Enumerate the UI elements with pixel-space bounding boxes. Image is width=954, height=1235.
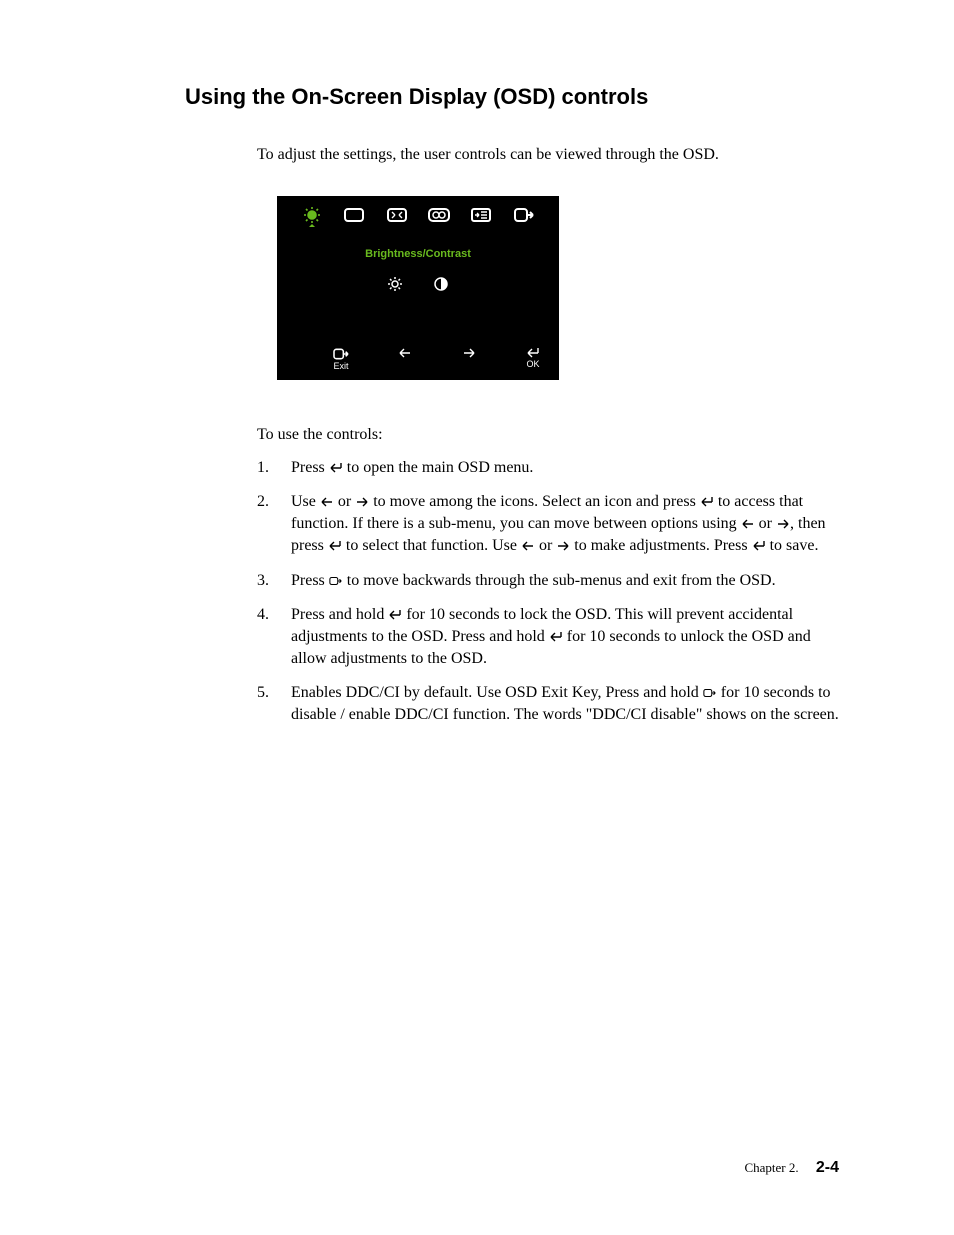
back-icon: [329, 572, 343, 584]
left-arrow-icon: [741, 515, 755, 527]
osd-tab-image-pos: [376, 206, 418, 229]
steps-list: Press to open the main OSD menu. Use or t…: [257, 457, 839, 726]
back-icon: [703, 684, 717, 696]
footer-page-number: 2-4: [816, 1159, 839, 1176]
exit-small-icon: [332, 347, 350, 361]
osd-screenshot: Brightness/Contrast Exit OK: [277, 196, 559, 380]
right-arrow-icon: [556, 537, 570, 549]
left-arrow-icon: [521, 537, 535, 549]
step-item: Use or to move among the icons. Select a…: [257, 491, 839, 557]
enter-icon: [329, 459, 343, 471]
exit-icon: [513, 206, 535, 224]
osd-exit-label: Exit: [333, 361, 348, 371]
enter-icon: [388, 606, 402, 618]
osd-ok-label: OK: [526, 359, 539, 369]
image-pos-icon: [386, 206, 408, 224]
step-item: Press and hold for 10 seconds to lock th…: [257, 604, 839, 670]
left-arrow-icon: [398, 347, 412, 359]
right-arrow-icon: [776, 515, 790, 527]
osd-tab-screen: [333, 206, 375, 229]
enter-icon: [700, 493, 714, 505]
step-item: Press to move backwards through the sub-…: [257, 570, 839, 592]
brightness-small-icon: [387, 276, 403, 292]
screen-icon: [343, 206, 365, 224]
brightness-icon: [301, 206, 323, 228]
enter-icon: [526, 347, 540, 359]
enter-icon: [549, 628, 563, 640]
section-heading: Using the On-Screen Display (OSD) contro…: [185, 84, 839, 110]
menu-icon: [470, 206, 492, 224]
to-use-controls-label: To use the controls:: [257, 424, 839, 446]
osd-bottom-ok: OK: [521, 347, 545, 370]
step-item: Press to open the main OSD menu.: [257, 457, 839, 479]
osd-bottom-exit: Exit: [329, 347, 353, 372]
enter-icon: [328, 537, 342, 549]
osd-tab-menu: [460, 206, 502, 229]
osd-title: Brightness/Contrast: [277, 248, 559, 260]
contrast-icon: [433, 276, 449, 292]
osd-tab-brightness: [291, 206, 333, 233]
right-arrow-icon: [462, 347, 476, 359]
osd-tab-color: [418, 206, 460, 229]
osd-tab-exit: [503, 206, 545, 229]
page-footer: Chapter 2. 2-4: [744, 1159, 839, 1177]
color-icon: [428, 206, 450, 224]
footer-chapter: Chapter 2.: [744, 1160, 798, 1175]
enter-icon: [752, 537, 766, 549]
right-arrow-icon: [355, 493, 369, 505]
left-arrow-icon: [320, 493, 334, 505]
step-item: Enables DDC/CI by default. Use OSD Exit …: [257, 682, 839, 726]
intro-paragraph: To adjust the settings, the user control…: [257, 144, 839, 166]
osd-bottom-left: [393, 347, 417, 370]
osd-bottom-right: [457, 347, 481, 370]
